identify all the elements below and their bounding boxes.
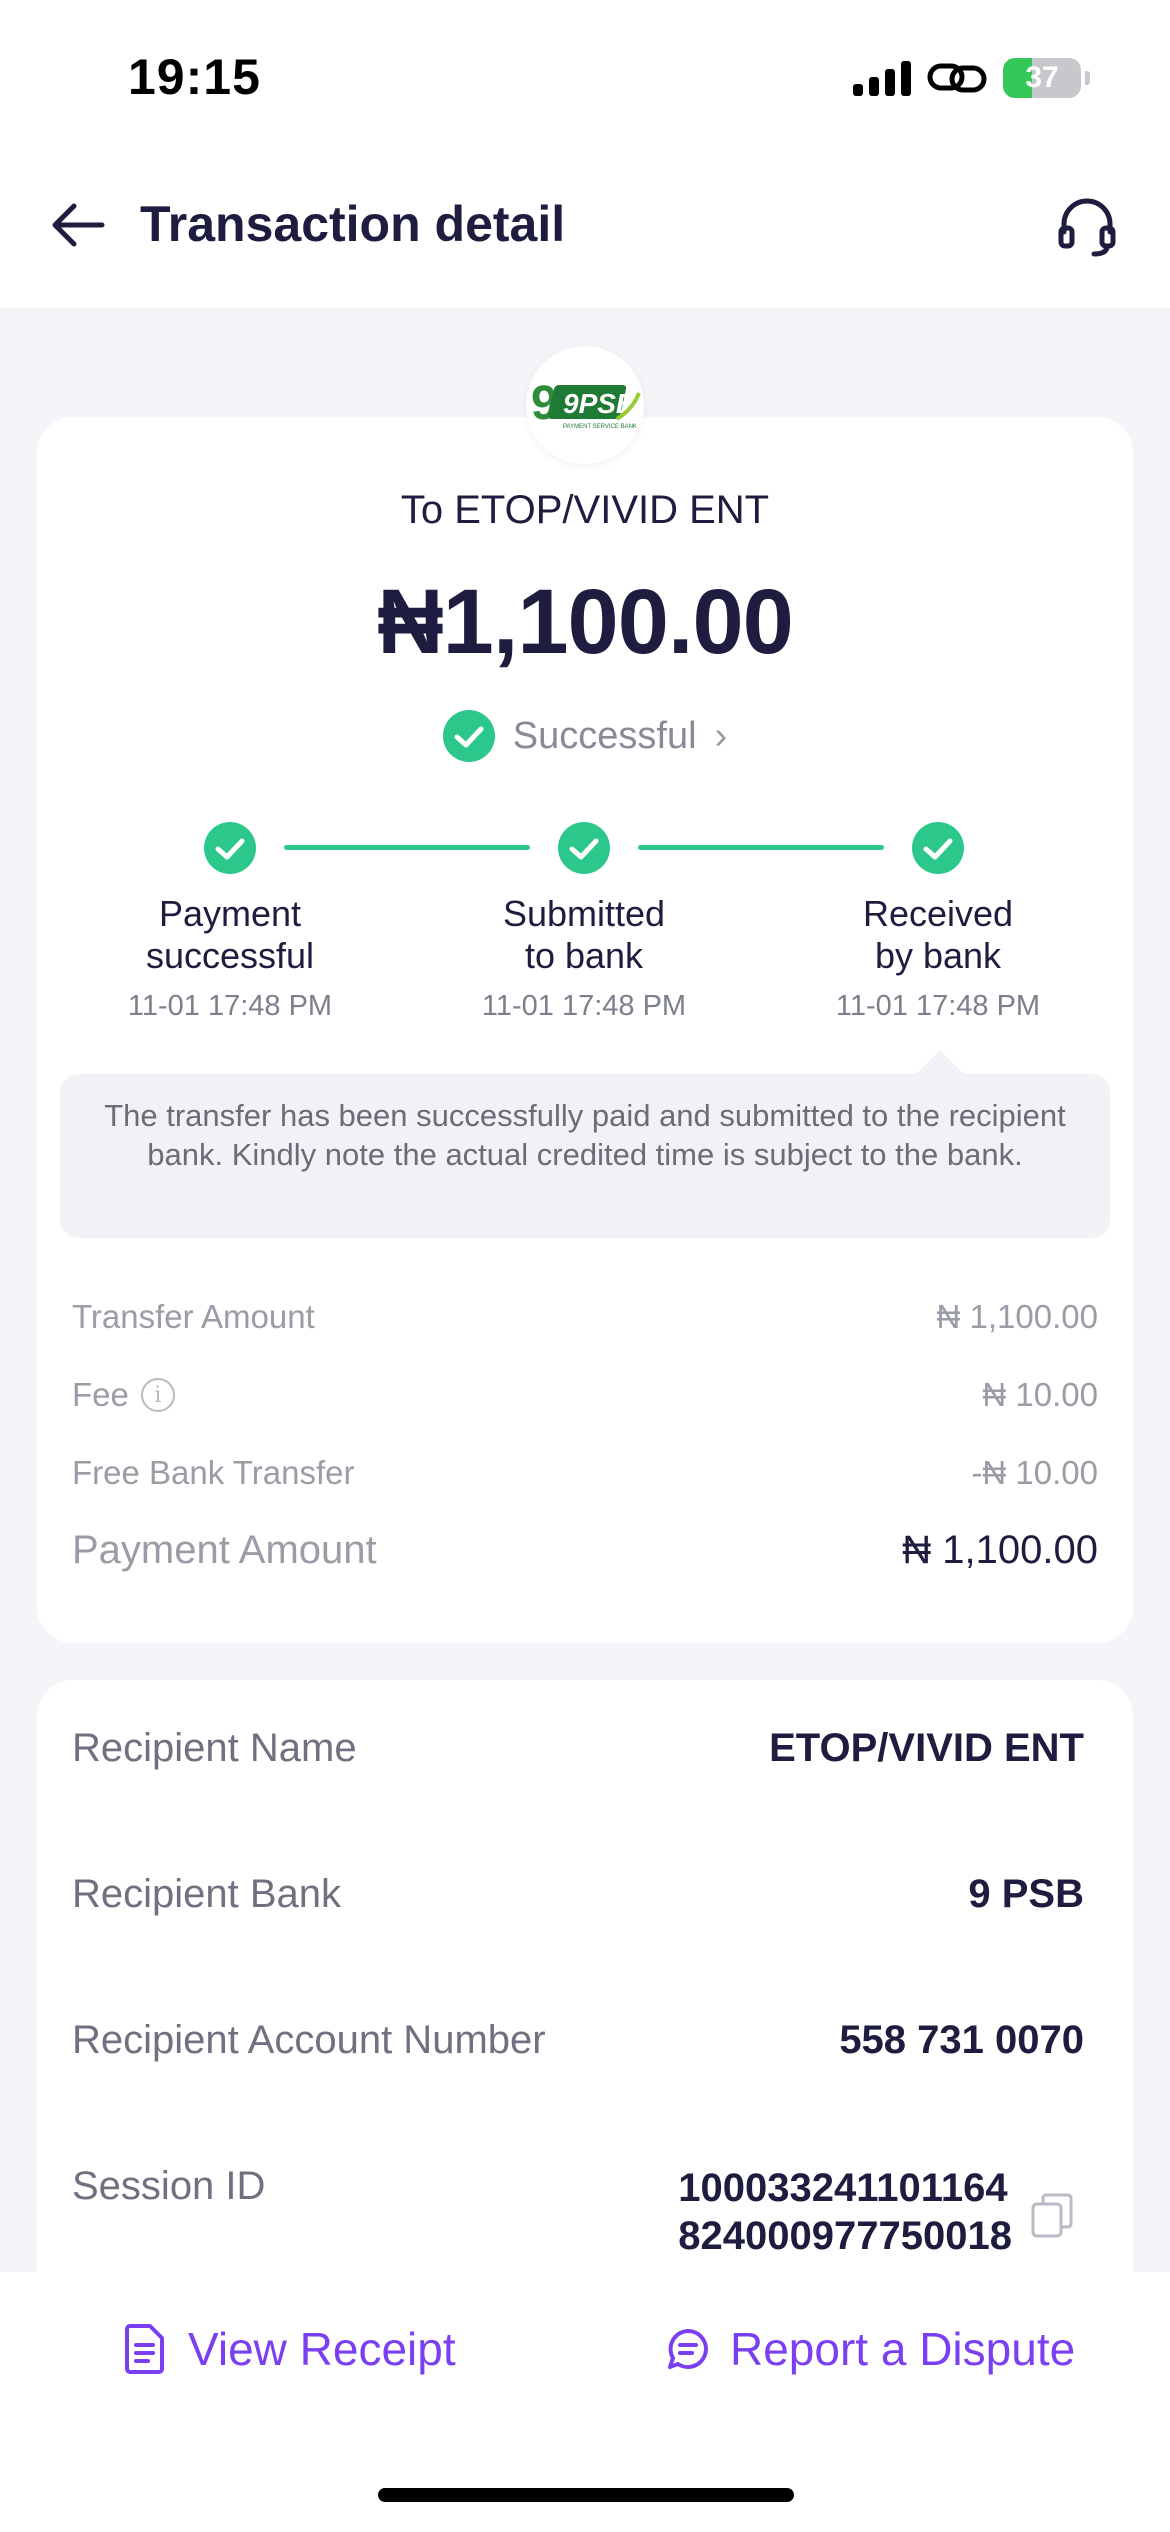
link-icon [927,63,987,93]
step-2-label: Submitted to bank [502,893,666,976]
detail-account-number: Recipient Account Number 558 731 0070 [72,2018,1084,2062]
report-dispute-button[interactable]: Report a Dispute [666,2322,1075,2376]
step-1-time: 11-01 17:48 PM [127,990,333,1022]
transfer-note: The transfer has been successfully paid … [60,1074,1110,1238]
step-connector-2 [638,845,884,850]
cellular-signal-icon [853,60,911,96]
copy-icon[interactable] [1030,2192,1074,2240]
view-receipt-button[interactable]: View Receipt [122,2322,456,2376]
check-circle-icon [442,710,495,762]
info-icon[interactable]: i [140,1378,175,1412]
home-indicator [378,2488,794,2502]
detail-recipient-bank: Recipient Bank 9 PSB [72,1872,1084,1916]
chat-bubble-icon [668,2329,708,2369]
status-icons: 37 [853,56,1090,100]
headset-support-icon[interactable] [1052,192,1122,262]
svg-text:PAYMENT SERVICE BANK: PAYMENT SERVICE BANK [563,424,637,430]
document-icon [125,2324,164,2374]
recipient-heading: To ETOP/VIVID ENT [400,488,770,532]
chevron-right-icon: › [714,714,728,757]
battery-tip [1085,71,1090,85]
session-id-value: 100033241101164 824000977750018 [678,2166,1012,2258]
fee-row-free-bank-transfer: Free Bank Transfer -₦ 10.00 [72,1454,1098,1491]
step-connector-1 [284,845,530,850]
step-3-time: 11-01 17:48 PM [835,990,1041,1022]
fee-row-payment-amount: Payment Amount ₦ 1,100.00 [72,1528,1098,1572]
top-header-background [0,0,1170,308]
step-1-check-icon [204,822,256,874]
status-link[interactable]: Successful › [0,710,1170,762]
step-2-check-icon [558,822,610,874]
step-2-time: 11-01 17:48 PM [481,990,687,1022]
fee-row-transfer-amount: Transfer Amount ₦ 1,100.00 [72,1298,1098,1335]
note-pointer [916,1050,964,1074]
detail-session-id: Session ID 100033241101164 8240009777500… [72,2164,1012,2258]
step-3-label: Received by bank [862,893,1014,976]
bank-logo: 9 9PSB PAYMENT SERVICE BANK [526,346,644,464]
transaction-amount: ₦1,100.00 [377,571,794,673]
status-time: 19:15 [128,49,261,105]
detail-recipient-name: Recipient Name ETOP/VIVID ENT [72,1726,1084,1770]
back-arrow-icon[interactable] [44,190,114,260]
step-3-check-icon [912,822,964,874]
fee-row-fee: Fee i ₦ 10.00 [72,1376,1098,1413]
step-1-label: Payment successful [145,893,315,976]
status-label: Successful [512,714,697,757]
page-title: Transaction detail [140,196,566,252]
battery-icon: 37 [1003,58,1081,98]
